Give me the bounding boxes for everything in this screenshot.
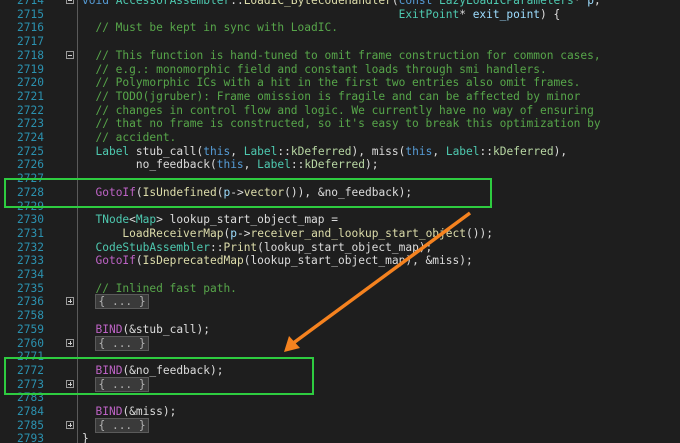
annotation-arrow xyxy=(284,211,472,352)
code-editor[interactable]: 2714 void AccessorAssembler::LoadIC_Bytec… xyxy=(0,0,680,443)
